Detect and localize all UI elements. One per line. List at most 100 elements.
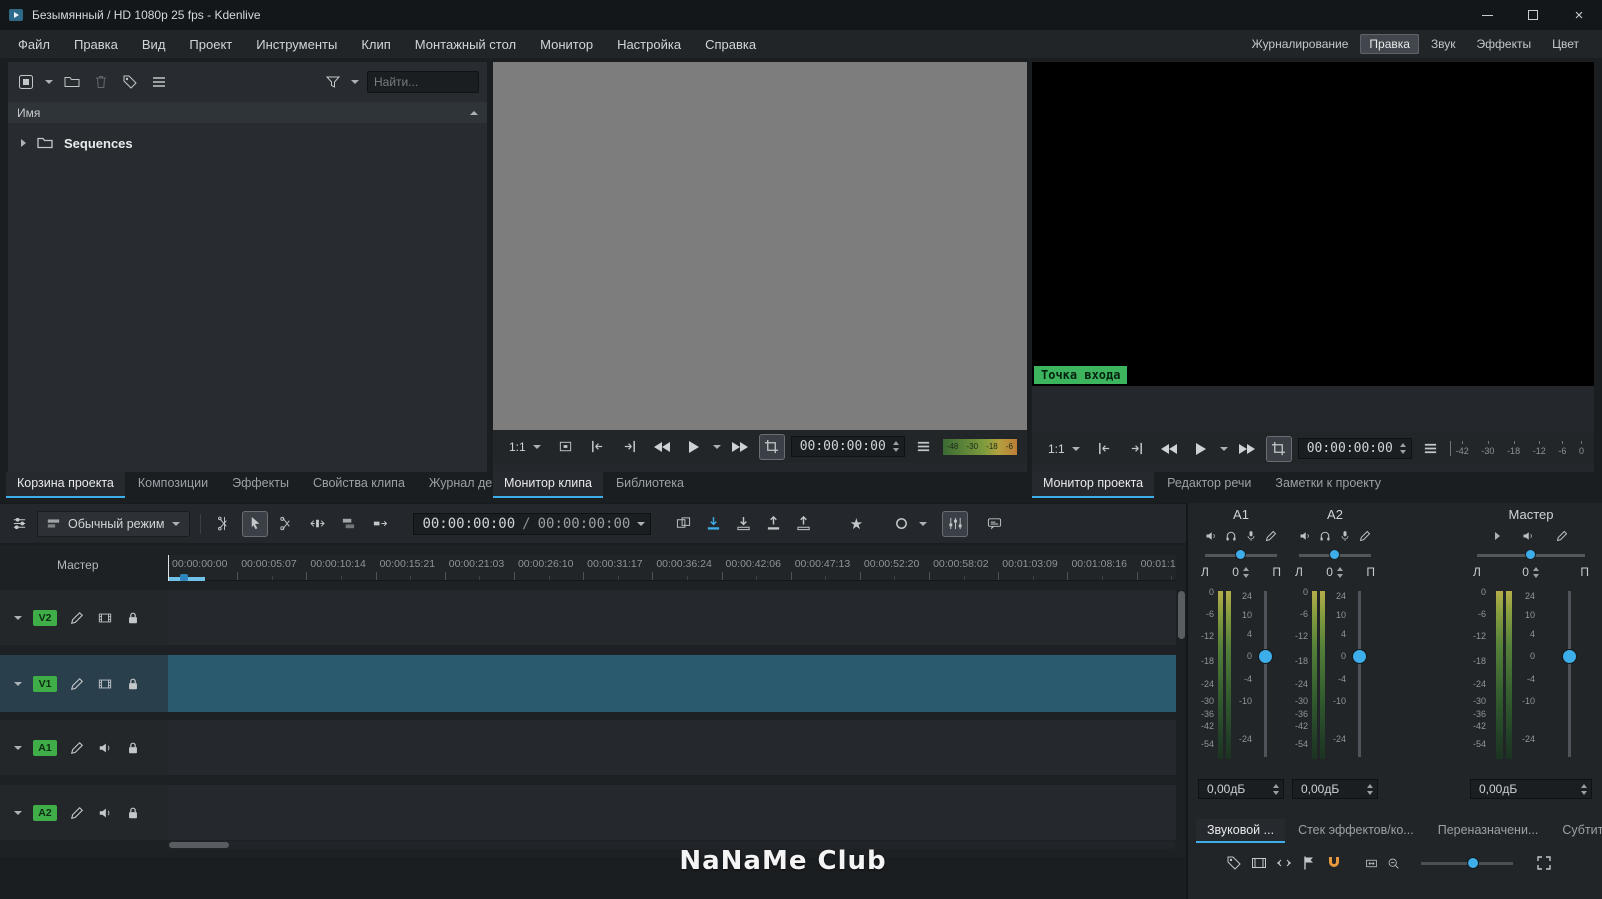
lock-track-icon[interactable] bbox=[124, 609, 141, 626]
edit-pencil-icon[interactable] bbox=[68, 804, 85, 821]
tab[interactable]: Монитор клипа bbox=[493, 472, 603, 498]
timeline-ruler[interactable]: 00:00:00:0000:00:05:0700:00:10:1400:00:1… bbox=[168, 555, 1176, 581]
track-lane-a1[interactable] bbox=[168, 720, 1176, 775]
collapse-track-icon[interactable] bbox=[14, 682, 22, 686]
bin-view-menu-icon[interactable] bbox=[149, 72, 169, 92]
collapse-track-icon[interactable] bbox=[14, 746, 22, 750]
clip-monitor-display[interactable] bbox=[493, 62, 1027, 430]
edit-pencil-icon[interactable] bbox=[68, 609, 85, 626]
slip-tool-button[interactable] bbox=[335, 511, 361, 537]
lift-zone-icon[interactable] bbox=[790, 511, 816, 537]
solo-headphones-icon[interactable] bbox=[1225, 530, 1237, 542]
monitor-menu-icon[interactable] bbox=[1418, 436, 1444, 462]
tab[interactable]: Монитор проекта bbox=[1032, 472, 1154, 498]
pan-slider[interactable] bbox=[1205, 547, 1277, 563]
track-lane-v1[interactable] bbox=[168, 655, 1176, 712]
fast-forward-button[interactable] bbox=[727, 434, 753, 460]
effects-pencil-icon[interactable] bbox=[1265, 530, 1277, 542]
list-item[interactable]: Sequences bbox=[8, 132, 487, 154]
bin-column-header[interactable]: Имя bbox=[8, 102, 487, 123]
lock-track-icon[interactable] bbox=[124, 804, 141, 821]
monitor-zoom-select[interactable]: 1:1 bbox=[503, 438, 547, 456]
track-tag[interactable]: A1 bbox=[33, 740, 57, 756]
layout-button[interactable]: Правка bbox=[1360, 34, 1419, 54]
rewind-button[interactable] bbox=[649, 434, 675, 460]
balance-spinbox[interactable]: 0 bbox=[1522, 565, 1539, 579]
tab[interactable]: Композиции bbox=[127, 472, 219, 498]
track-header-a2[interactable]: A2 bbox=[0, 785, 168, 840]
collapse-mixer-chevron-icon[interactable] bbox=[1495, 532, 1500, 540]
record-button[interactable] bbox=[888, 511, 914, 537]
maximize-button[interactable] bbox=[1510, 0, 1556, 30]
track-header-a1[interactable]: A1 bbox=[0, 720, 168, 775]
tag-icon[interactable] bbox=[120, 72, 140, 92]
audio-track-icon[interactable] bbox=[96, 804, 113, 821]
edit-mode-select[interactable]: Обычный режим bbox=[37, 511, 190, 537]
collapse-track-icon[interactable] bbox=[14, 811, 22, 815]
set-out-point-icon[interactable] bbox=[617, 434, 643, 460]
tab[interactable]: Свойства клипа bbox=[302, 472, 416, 498]
track-tag[interactable]: V2 bbox=[33, 610, 57, 626]
project-monitor-display[interactable]: Точка входа bbox=[1032, 62, 1594, 386]
titlebar[interactable]: Безымянный / HD 1080p 25 fps - Kdenlive … bbox=[0, 0, 1602, 30]
track-lane-a2[interactable] bbox=[168, 785, 1176, 840]
tab[interactable]: Субтитры bbox=[1551, 819, 1602, 843]
menu-item[interactable]: Справка bbox=[693, 33, 768, 56]
menu-item[interactable]: Клип bbox=[349, 33, 402, 56]
close-button[interactable]: × bbox=[1556, 0, 1602, 30]
playhead[interactable] bbox=[168, 555, 169, 581]
set-in-point-icon[interactable] bbox=[585, 434, 611, 460]
track-header-v2[interactable]: V2 bbox=[0, 590, 168, 645]
gain-spinbox[interactable]: 0,00дБ bbox=[1292, 779, 1378, 799]
menu-item[interactable]: Вид bbox=[130, 33, 178, 56]
menu-item[interactable]: Файл bbox=[6, 33, 62, 56]
spacer-tool-button[interactable] bbox=[304, 511, 330, 537]
video-track-icon[interactable] bbox=[96, 609, 113, 626]
mix-clips-icon[interactable] bbox=[670, 511, 696, 537]
minimize-button[interactable] bbox=[1464, 0, 1510, 30]
add-clip-chevron-icon[interactable] bbox=[45, 80, 53, 84]
clip-monitor-timecode[interactable]: 00:00:00:00 bbox=[791, 436, 905, 457]
timeline-master-button[interactable]: Мастер bbox=[57, 558, 99, 572]
mixer-toggle-button[interactable] bbox=[942, 511, 968, 537]
pan-slider[interactable] bbox=[1477, 547, 1585, 563]
play-button[interactable] bbox=[1188, 436, 1214, 462]
monitor-menu-icon[interactable] bbox=[911, 434, 937, 460]
track-header-v1[interactable]: V1 bbox=[0, 655, 168, 712]
cut-all-tracks-icon[interactable] bbox=[211, 511, 237, 537]
layout-button[interactable]: Эффекты bbox=[1468, 34, 1541, 54]
add-clip-icon[interactable] bbox=[16, 72, 36, 92]
fast-forward-button[interactable] bbox=[1234, 436, 1260, 462]
expand-chevron-icon[interactable] bbox=[21, 139, 26, 147]
timeline-vertical-scrollbar[interactable] bbox=[1177, 590, 1186, 840]
extract-zone-icon[interactable] bbox=[760, 511, 786, 537]
track-tag[interactable]: V1 bbox=[33, 676, 57, 692]
delete-icon[interactable] bbox=[91, 72, 111, 92]
filter-chevron-icon[interactable] bbox=[351, 80, 359, 84]
layout-button[interactable]: Цвет bbox=[1543, 34, 1588, 54]
sort-chevron-up-icon[interactable] bbox=[470, 111, 478, 115]
gain-spinbox[interactable]: 0,00дБ bbox=[1470, 779, 1592, 799]
subtitles-button[interactable] bbox=[981, 511, 1007, 537]
tab[interactable]: Эффекты bbox=[221, 472, 300, 498]
zone-display-icon[interactable] bbox=[553, 434, 579, 460]
tab[interactable]: Корзина проекта bbox=[6, 472, 125, 498]
volume-fader[interactable] bbox=[1560, 587, 1579, 765]
balance-spinbox[interactable]: 0 bbox=[1232, 565, 1249, 579]
tab[interactable]: Переназначени... bbox=[1427, 819, 1550, 843]
layout-button[interactable]: Журналирование bbox=[1243, 34, 1358, 54]
favorite-effects-star-icon[interactable]: ★ bbox=[843, 511, 869, 537]
video-track-icon[interactable] bbox=[96, 675, 113, 692]
mute-speaker-icon[interactable] bbox=[1522, 530, 1534, 542]
volume-fader[interactable] bbox=[1256, 587, 1275, 765]
lock-track-icon[interactable] bbox=[124, 675, 141, 692]
tab[interactable]: Редактор речи bbox=[1156, 472, 1262, 498]
bin-search-input[interactable] bbox=[367, 71, 479, 93]
zone-crop-icon[interactable] bbox=[759, 434, 785, 460]
mute-speaker-icon[interactable] bbox=[1205, 530, 1217, 542]
menu-item[interactable]: Монтажный стол bbox=[403, 33, 528, 56]
lock-track-icon[interactable] bbox=[124, 739, 141, 756]
audio-track-icon[interactable] bbox=[96, 739, 113, 756]
menu-item[interactable]: Правка bbox=[62, 33, 130, 56]
rewind-button[interactable] bbox=[1156, 436, 1182, 462]
